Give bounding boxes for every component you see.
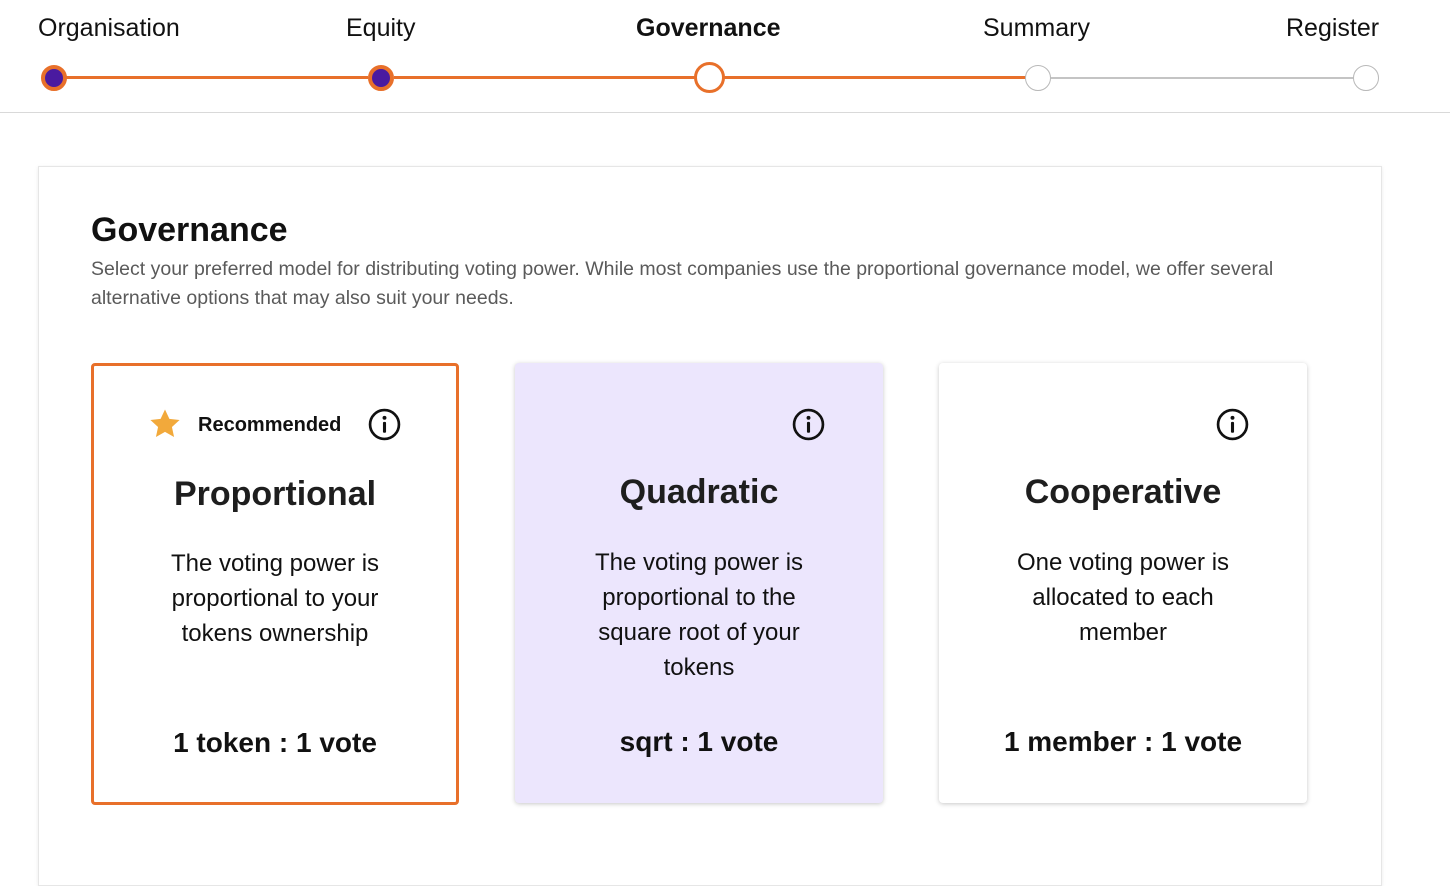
option-ratio: 1 token : 1 vote — [173, 727, 377, 758]
option-title: Proportional — [173, 475, 377, 513]
progress-stepper: Organisation Equity Governance Summary R… — [0, 0, 1450, 113]
step-connector — [66, 76, 368, 79]
step-dot-equity[interactable] — [368, 65, 394, 91]
step-label-register[interactable]: Register — [1286, 14, 1379, 43]
step-label-governance[interactable]: Governance — [636, 14, 781, 43]
option-description: The voting power is proportional to your… — [170, 550, 380, 647]
recommended-badge: Recommended — [198, 414, 342, 436]
option-description: One voting power is allocated to each me… — [1016, 549, 1230, 646]
option-header — [939, 408, 1307, 441]
step-dot-register[interactable] — [1353, 65, 1379, 91]
step-connector — [394, 76, 696, 79]
option-title: Cooperative — [1024, 473, 1222, 511]
option-header — [515, 408, 883, 441]
option-title: Quadratic — [619, 473, 779, 511]
step-connector — [724, 76, 1026, 79]
info-icon[interactable] — [1216, 408, 1249, 441]
option-card-cooperative[interactable]: Cooperative One voting power is allocate… — [939, 363, 1307, 803]
option-ratio: sqrt : 1 vote — [619, 726, 779, 757]
star-icon — [150, 409, 180, 438]
step-label-organisation[interactable]: Organisation — [38, 14, 180, 43]
info-icon[interactable] — [368, 408, 401, 441]
step-dot-summary[interactable] — [1025, 65, 1051, 91]
page-title: Governance — [91, 211, 288, 249]
step-dot-governance[interactable] — [694, 62, 725, 93]
step-dot-organisation[interactable] — [41, 65, 67, 91]
step-connector — [1051, 77, 1353, 79]
option-description: The voting power is proportional to the … — [594, 549, 804, 681]
step-label-summary[interactable]: Summary — [983, 14, 1090, 43]
option-ratio: 1 member : 1 vote — [1003, 726, 1243, 757]
info-icon[interactable] — [792, 408, 825, 441]
option-header: Recommended — [94, 408, 456, 441]
option-card-quadratic[interactable]: Quadratic The voting power is proportion… — [515, 363, 883, 803]
option-card-proportional[interactable]: Recommended Proportional The voting powe… — [91, 363, 459, 805]
governance-panel: Governance Select your preferred model f… — [38, 166, 1382, 886]
page-description: Select your preferred model for distribu… — [91, 258, 1274, 309]
step-label-equity[interactable]: Equity — [346, 14, 415, 43]
